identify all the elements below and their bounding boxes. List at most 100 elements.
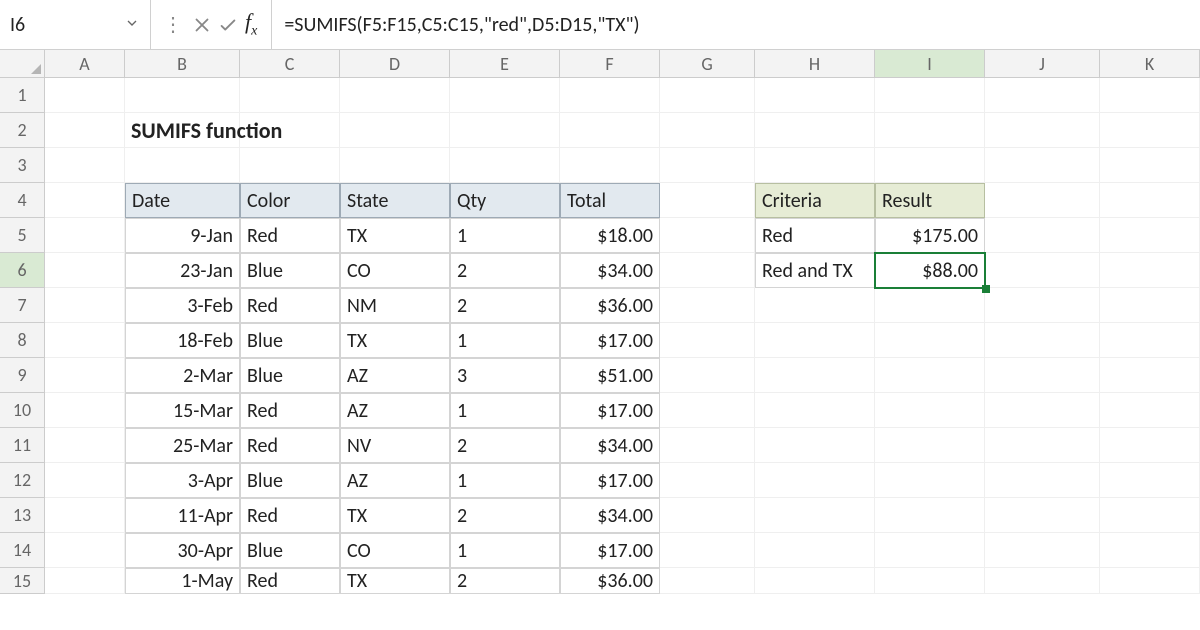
cell-color[interactable]: Blue: [240, 323, 340, 358]
cell-qty[interactable]: 2: [450, 428, 560, 463]
table-header-color[interactable]: Color: [240, 183, 340, 218]
cell[interactable]: [660, 148, 755, 183]
table-header-qty[interactable]: Qty: [450, 183, 560, 218]
cell[interactable]: [240, 78, 340, 113]
row-header[interactable]: 13: [0, 498, 45, 533]
cell-date[interactable]: 2-Mar: [125, 358, 240, 393]
cell-state[interactable]: TX: [340, 498, 450, 533]
cell[interactable]: [985, 498, 1100, 533]
cell[interactable]: [45, 568, 125, 594]
cell[interactable]: [45, 463, 125, 498]
cell-qty[interactable]: 2: [450, 498, 560, 533]
cell[interactable]: [755, 393, 875, 428]
cell-total[interactable]: $34.00: [560, 428, 660, 463]
cell[interactable]: [755, 428, 875, 463]
cell[interactable]: [340, 148, 450, 183]
cell[interactable]: [985, 218, 1100, 253]
cell[interactable]: [45, 78, 125, 113]
cell-total[interactable]: $34.00: [560, 253, 660, 288]
cell[interactable]: [1100, 568, 1200, 594]
cell-qty[interactable]: 2: [450, 568, 560, 594]
cell-color[interactable]: Blue: [240, 253, 340, 288]
cell[interactable]: [755, 498, 875, 533]
col-header-b[interactable]: B: [125, 50, 240, 78]
cell-date[interactable]: 9-Jan: [125, 218, 240, 253]
cell[interactable]: [875, 568, 985, 594]
cell[interactable]: [875, 393, 985, 428]
cell[interactable]: [875, 78, 985, 113]
cell[interactable]: [985, 428, 1100, 463]
cell[interactable]: [45, 288, 125, 323]
cell-qty[interactable]: 1: [450, 533, 560, 568]
criteria-cell[interactable]: Red and TX: [755, 253, 875, 288]
fx-icon[interactable]: fx: [243, 9, 263, 39]
cell-total[interactable]: $51.00: [560, 358, 660, 393]
cell[interactable]: [1100, 183, 1200, 218]
enter-icon[interactable]: [217, 14, 239, 36]
cell[interactable]: [1100, 428, 1200, 463]
cell[interactable]: [985, 533, 1100, 568]
row-header[interactable]: 12: [0, 463, 45, 498]
cell[interactable]: [240, 148, 340, 183]
cell[interactable]: [1100, 113, 1200, 148]
col-header-k[interactable]: K: [1100, 50, 1200, 78]
cell[interactable]: [755, 113, 875, 148]
cell-total[interactable]: $17.00: [560, 463, 660, 498]
cell[interactable]: [45, 113, 125, 148]
cell[interactable]: [45, 183, 125, 218]
row-header[interactable]: 8: [0, 323, 45, 358]
cell[interactable]: [985, 323, 1100, 358]
col-header-j[interactable]: J: [985, 50, 1100, 78]
cell-total[interactable]: $17.00: [560, 393, 660, 428]
cell[interactable]: [660, 568, 755, 594]
cell[interactable]: [660, 393, 755, 428]
cell[interactable]: [985, 358, 1100, 393]
cell-color[interactable]: Blue: [240, 463, 340, 498]
col-header-h[interactable]: H: [755, 50, 875, 78]
cell[interactable]: [985, 183, 1100, 218]
cell[interactable]: [660, 428, 755, 463]
row-header[interactable]: 6: [0, 253, 45, 288]
cancel-icon[interactable]: [191, 14, 213, 36]
cell[interactable]: [660, 78, 755, 113]
cell[interactable]: [660, 533, 755, 568]
cell[interactable]: [660, 113, 755, 148]
cell[interactable]: [985, 253, 1100, 288]
cell-state[interactable]: AZ: [340, 393, 450, 428]
cell-date[interactable]: 1-May: [125, 568, 240, 594]
cell-total[interactable]: $17.00: [560, 323, 660, 358]
cell-color[interactable]: Red: [240, 288, 340, 323]
cell[interactable]: [875, 288, 985, 323]
cell[interactable]: [45, 428, 125, 463]
cell[interactable]: [560, 148, 660, 183]
cell[interactable]: [45, 323, 125, 358]
cell[interactable]: [450, 148, 560, 183]
cell[interactable]: [125, 78, 240, 113]
cell[interactable]: [340, 113, 450, 148]
cell-color[interactable]: Red: [240, 428, 340, 463]
cell[interactable]: [1100, 288, 1200, 323]
cell[interactable]: [1100, 253, 1200, 288]
cell[interactable]: [1100, 323, 1200, 358]
cell[interactable]: [45, 533, 125, 568]
col-header-i[interactable]: I: [875, 50, 985, 78]
cell-date[interactable]: 3-Apr: [125, 463, 240, 498]
cell-color[interactable]: Red: [240, 498, 340, 533]
col-header-a[interactable]: A: [45, 50, 125, 78]
table-header-total[interactable]: Total: [560, 183, 660, 218]
select-all-corner[interactable]: [0, 50, 45, 78]
cell[interactable]: [875, 323, 985, 358]
cell[interactable]: [660, 323, 755, 358]
row-header[interactable]: 11: [0, 428, 45, 463]
cell[interactable]: [1100, 393, 1200, 428]
cell[interactable]: [985, 78, 1100, 113]
criteria-header[interactable]: Criteria: [755, 183, 875, 218]
result-cell[interactable]: $175.00: [875, 218, 985, 253]
cell-total[interactable]: $34.00: [560, 498, 660, 533]
cell-state[interactable]: AZ: [340, 463, 450, 498]
cell[interactable]: [45, 148, 125, 183]
cell-total[interactable]: $17.00: [560, 533, 660, 568]
formula-input[interactable]: =SUMIFS(F5:F15,C5:C15,"red",D5:D15,"TX"): [272, 13, 1200, 37]
cell-state[interactable]: CO: [340, 533, 450, 568]
col-header-f[interactable]: F: [560, 50, 660, 78]
